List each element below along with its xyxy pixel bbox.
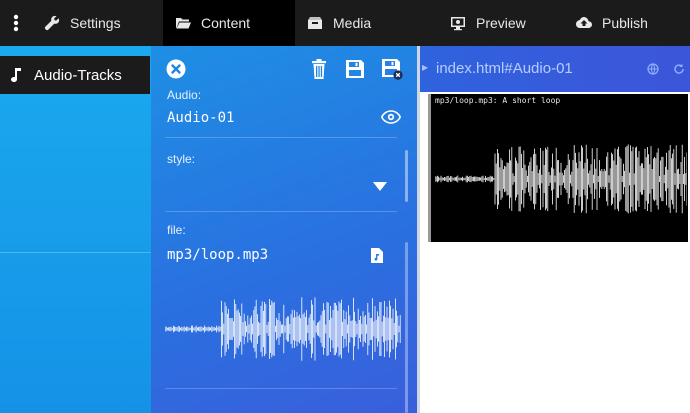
- sidebar-item-audio-tracks[interactable]: Audio-Tracks: [0, 56, 150, 94]
- sidebar: Audio-Tracks: [0, 46, 151, 413]
- save-close-icon[interactable]: [381, 58, 403, 80]
- preview-header: ▸ index.html#Audio-01: [420, 46, 690, 92]
- refresh-icon[interactable]: [672, 62, 686, 76]
- scrollbar-track[interactable]: [405, 242, 408, 413]
- sidebar-divider: [0, 252, 151, 253]
- close-circle-icon[interactable]: [165, 58, 187, 80]
- top-nav: Settings Content Media Preview Publish: [0, 0, 690, 46]
- globe-icon[interactable]: [646, 62, 660, 76]
- player-waveform: [435, 144, 687, 214]
- tab-media-label: Media: [333, 15, 372, 31]
- monitor-icon: [448, 13, 468, 33]
- audio-player[interactable]: mp3/loop.mp3: A short loop: [428, 94, 688, 242]
- field-divider: [165, 211, 397, 212]
- tab-content[interactable]: Content: [163, 0, 295, 46]
- style-field-label: style:: [167, 152, 196, 166]
- preview-frame: mp3/loop.mp3: A short loop: [420, 92, 690, 413]
- audio-waveform: [165, 297, 401, 361]
- tab-preview-label: Preview: [476, 15, 526, 31]
- preview-url: index.html#Audio-01: [436, 60, 573, 77]
- sidebar-item-label: Audio-Tracks: [34, 66, 122, 84]
- kebab-menu-icon[interactable]: [0, 0, 32, 46]
- tab-media[interactable]: Media: [295, 0, 426, 46]
- tab-settings[interactable]: Settings: [32, 0, 163, 46]
- audio-name-field[interactable]: Audio-01: [167, 110, 234, 126]
- wrench-icon: [42, 13, 62, 33]
- file-field-label: file:: [167, 223, 186, 237]
- chevron-down-icon[interactable]: [373, 179, 387, 191]
- eye-icon[interactable]: [380, 110, 403, 126]
- tab-publish-label: Publish: [602, 15, 648, 31]
- audio-field-label: Audio:: [167, 88, 202, 102]
- editor-toolbar: [151, 46, 417, 92]
- editor-panel: Audio: Audio-01 style: file: mp3/loop.mp…: [151, 46, 417, 413]
- scrollbar[interactable]: [405, 150, 408, 202]
- cloud-upload-icon: [574, 13, 594, 33]
- folder-open-icon: [173, 13, 193, 33]
- style-select[interactable]: [167, 174, 367, 192]
- trash-icon[interactable]: [308, 58, 330, 80]
- tab-preview[interactable]: Preview: [426, 0, 558, 46]
- tab-settings-label: Settings: [70, 15, 121, 31]
- collapse-arrow-icon[interactable]: ▸: [422, 60, 428, 74]
- field-divider: [165, 137, 397, 138]
- player-caption: mp3/loop.mp3: A short loop: [435, 96, 561, 105]
- field-divider: [165, 388, 397, 389]
- audio-file-icon[interactable]: [371, 248, 385, 264]
- music-note-icon: [10, 68, 24, 82]
- file-path-field[interactable]: mp3/loop.mp3: [167, 247, 268, 263]
- tab-content-label: Content: [201, 15, 251, 31]
- save-icon[interactable]: [344, 58, 366, 80]
- tab-publish[interactable]: Publish: [558, 0, 690, 46]
- media-box-icon: [305, 13, 325, 33]
